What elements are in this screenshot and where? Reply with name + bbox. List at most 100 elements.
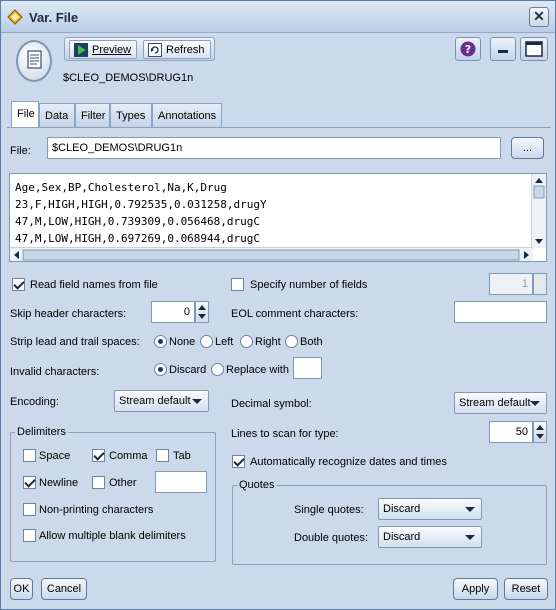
tab-data-label: Data bbox=[45, 110, 69, 122]
preview-label: Preview bbox=[92, 43, 132, 56]
tab-annotations[interactable]: Annotations bbox=[152, 103, 222, 127]
delim-comma-label: Comma bbox=[109, 450, 148, 462]
chevron-down-icon bbox=[465, 507, 475, 512]
specify-fields-checkbox[interactable] bbox=[231, 278, 244, 291]
nonprinting-label: Non-printing characters bbox=[39, 504, 154, 516]
delim-tab-label: Tab bbox=[173, 450, 191, 462]
lines-scan-stepper[interactable] bbox=[533, 421, 547, 443]
preview-toolbar: Preview Refresh bbox=[64, 37, 215, 61]
preview-vertical-scrollbar[interactable] bbox=[531, 174, 546, 248]
nonprinting-checkbox[interactable] bbox=[23, 503, 36, 516]
auto-dates-checkbox[interactable] bbox=[232, 455, 245, 468]
hscroll-arrows-icon bbox=[14, 249, 529, 261]
strip-both-radio[interactable] bbox=[285, 335, 298, 348]
encoding-select[interactable]: Stream default bbox=[114, 390, 209, 412]
minimize-icon bbox=[498, 50, 508, 53]
reset-button[interactable]: Reset bbox=[504, 578, 548, 600]
tab-types[interactable]: Types bbox=[110, 103, 152, 127]
tab-types-label: Types bbox=[116, 110, 146, 122]
help-icon: ? bbox=[460, 41, 476, 57]
lines-scan-label: Lines to scan for type: bbox=[231, 428, 339, 440]
decimal-symbol-value: Stream default bbox=[459, 397, 531, 409]
chevron-down-icon bbox=[192, 399, 202, 404]
auto-dates-label: Automatically recognize dates and times bbox=[250, 456, 447, 468]
delim-comma-checkbox[interactable] bbox=[92, 449, 105, 462]
skip-header-input[interactable]: 0 bbox=[151, 301, 195, 323]
chevron-down-icon bbox=[530, 401, 540, 406]
tab-data[interactable]: Data bbox=[39, 103, 75, 127]
file-label: File: bbox=[10, 145, 31, 157]
specify-fields-stepper[interactable] bbox=[533, 273, 547, 295]
refresh-label: Refresh bbox=[166, 43, 205, 56]
diamond-node-icon bbox=[7, 9, 23, 25]
multiple-blank-label: Allow multiple blank delimiters bbox=[39, 530, 186, 542]
specify-fields-label: Specify number of fields bbox=[250, 279, 368, 291]
read-field-names-checkbox[interactable] bbox=[12, 278, 25, 291]
strip-left-label: Left bbox=[215, 336, 234, 348]
file-path-input[interactable]: $CLEO_DEMOS\DRUG1n bbox=[47, 137, 501, 159]
multiple-blank-checkbox[interactable] bbox=[23, 529, 36, 542]
delim-newline-checkbox[interactable] bbox=[23, 476, 36, 489]
window-title: Var. File bbox=[29, 10, 79, 25]
delimiters-legend: Delimiters bbox=[15, 426, 68, 438]
strip-spaces-label: Strip lead and trail spaces: bbox=[10, 336, 140, 348]
delim-other-label: Other bbox=[109, 477, 137, 489]
refresh-button[interactable]: Refresh bbox=[143, 40, 211, 59]
specify-fields-input[interactable]: 1 bbox=[489, 273, 533, 295]
scroll-arrows-icon bbox=[533, 178, 545, 244]
browse-button[interactable]: ... bbox=[511, 137, 544, 159]
var-file-dialog: Var. File ✕ Preview Refresh $CLEO_DEMOS\… bbox=[0, 0, 556, 610]
preview-line: 23,F,HIGH,HIGH,0.792535,0.031258,drugY bbox=[15, 198, 267, 211]
skip-header-stepper[interactable] bbox=[195, 301, 209, 323]
read-field-names-label: Read field names from file bbox=[30, 279, 158, 291]
invalid-discard-radio[interactable] bbox=[154, 363, 167, 376]
tab-filter[interactable]: Filter bbox=[75, 103, 110, 127]
cancel-button[interactable]: Cancel bbox=[41, 578, 87, 600]
title-bar[interactable]: Var. File ✕ bbox=[1, 1, 555, 33]
tab-file-label: File bbox=[17, 108, 35, 120]
strip-none-label: None bbox=[169, 336, 196, 348]
strip-right-radio[interactable] bbox=[240, 335, 253, 348]
apply-button[interactable]: Apply bbox=[453, 578, 498, 600]
strip-none-radio[interactable] bbox=[154, 335, 167, 348]
delim-space-checkbox[interactable] bbox=[23, 449, 36, 462]
dialog-header: Preview Refresh $CLEO_DEMOS\DRUG1n ? bbox=[1, 34, 555, 99]
encoding-label: Encoding: bbox=[10, 396, 59, 408]
delim-other-input[interactable] bbox=[155, 471, 207, 493]
quotes-legend: Quotes bbox=[237, 479, 277, 491]
tab-annotations-label: Annotations bbox=[158, 110, 217, 122]
tab-file[interactable]: File bbox=[11, 101, 39, 127]
svg-text:?: ? bbox=[465, 43, 471, 56]
invalid-replace-radio[interactable] bbox=[211, 363, 224, 376]
double-quotes-select[interactable]: Discard bbox=[378, 526, 482, 548]
preview-horizontal-scrollbar[interactable] bbox=[10, 247, 533, 261]
single-quotes-value: Discard bbox=[383, 503, 421, 515]
maximize-panel-button[interactable] bbox=[520, 37, 548, 61]
delim-tab-checkbox[interactable] bbox=[156, 449, 169, 462]
invalid-discard-label: Discard bbox=[169, 364, 207, 376]
ok-button[interactable]: OK bbox=[10, 578, 33, 600]
file-node-icon bbox=[16, 40, 52, 82]
eol-comment-label: EOL comment characters: bbox=[231, 308, 359, 320]
close-icon: ✕ bbox=[533, 8, 545, 24]
invalid-chars-label: Invalid characters: bbox=[10, 366, 100, 378]
decimal-symbol-label: Decimal symbol: bbox=[231, 398, 312, 410]
decimal-symbol-select[interactable]: Stream default bbox=[454, 392, 547, 414]
help-button[interactable]: ? bbox=[455, 37, 481, 61]
tab-strip: File Data Filter Types Annotations bbox=[7, 101, 551, 127]
delim-newline-label: Newline bbox=[39, 477, 79, 489]
delim-other-checkbox[interactable] bbox=[92, 476, 105, 489]
single-quotes-select[interactable]: Discard bbox=[378, 498, 482, 520]
delim-space-label: Space bbox=[39, 450, 71, 462]
preview-button[interactable]: Preview bbox=[69, 40, 137, 59]
eol-comment-input[interactable] bbox=[454, 301, 547, 323]
double-quotes-value: Discard bbox=[383, 531, 421, 543]
file-preview-area[interactable]: Age,Sex,BP,Cholesterol,Na,K,Drug 23,F,HIG… bbox=[9, 173, 547, 262]
strip-both-label: Both bbox=[300, 336, 323, 348]
lines-scan-input[interactable]: 50 bbox=[489, 421, 533, 443]
minimize-panel-button[interactable] bbox=[490, 37, 516, 61]
preview-line: 47,M,LOW,HIGH,0.697269,0.068944,drugC bbox=[15, 232, 261, 245]
replace-with-input[interactable] bbox=[293, 357, 322, 379]
strip-left-radio[interactable] bbox=[200, 335, 213, 348]
close-button[interactable]: ✕ bbox=[529, 7, 549, 27]
